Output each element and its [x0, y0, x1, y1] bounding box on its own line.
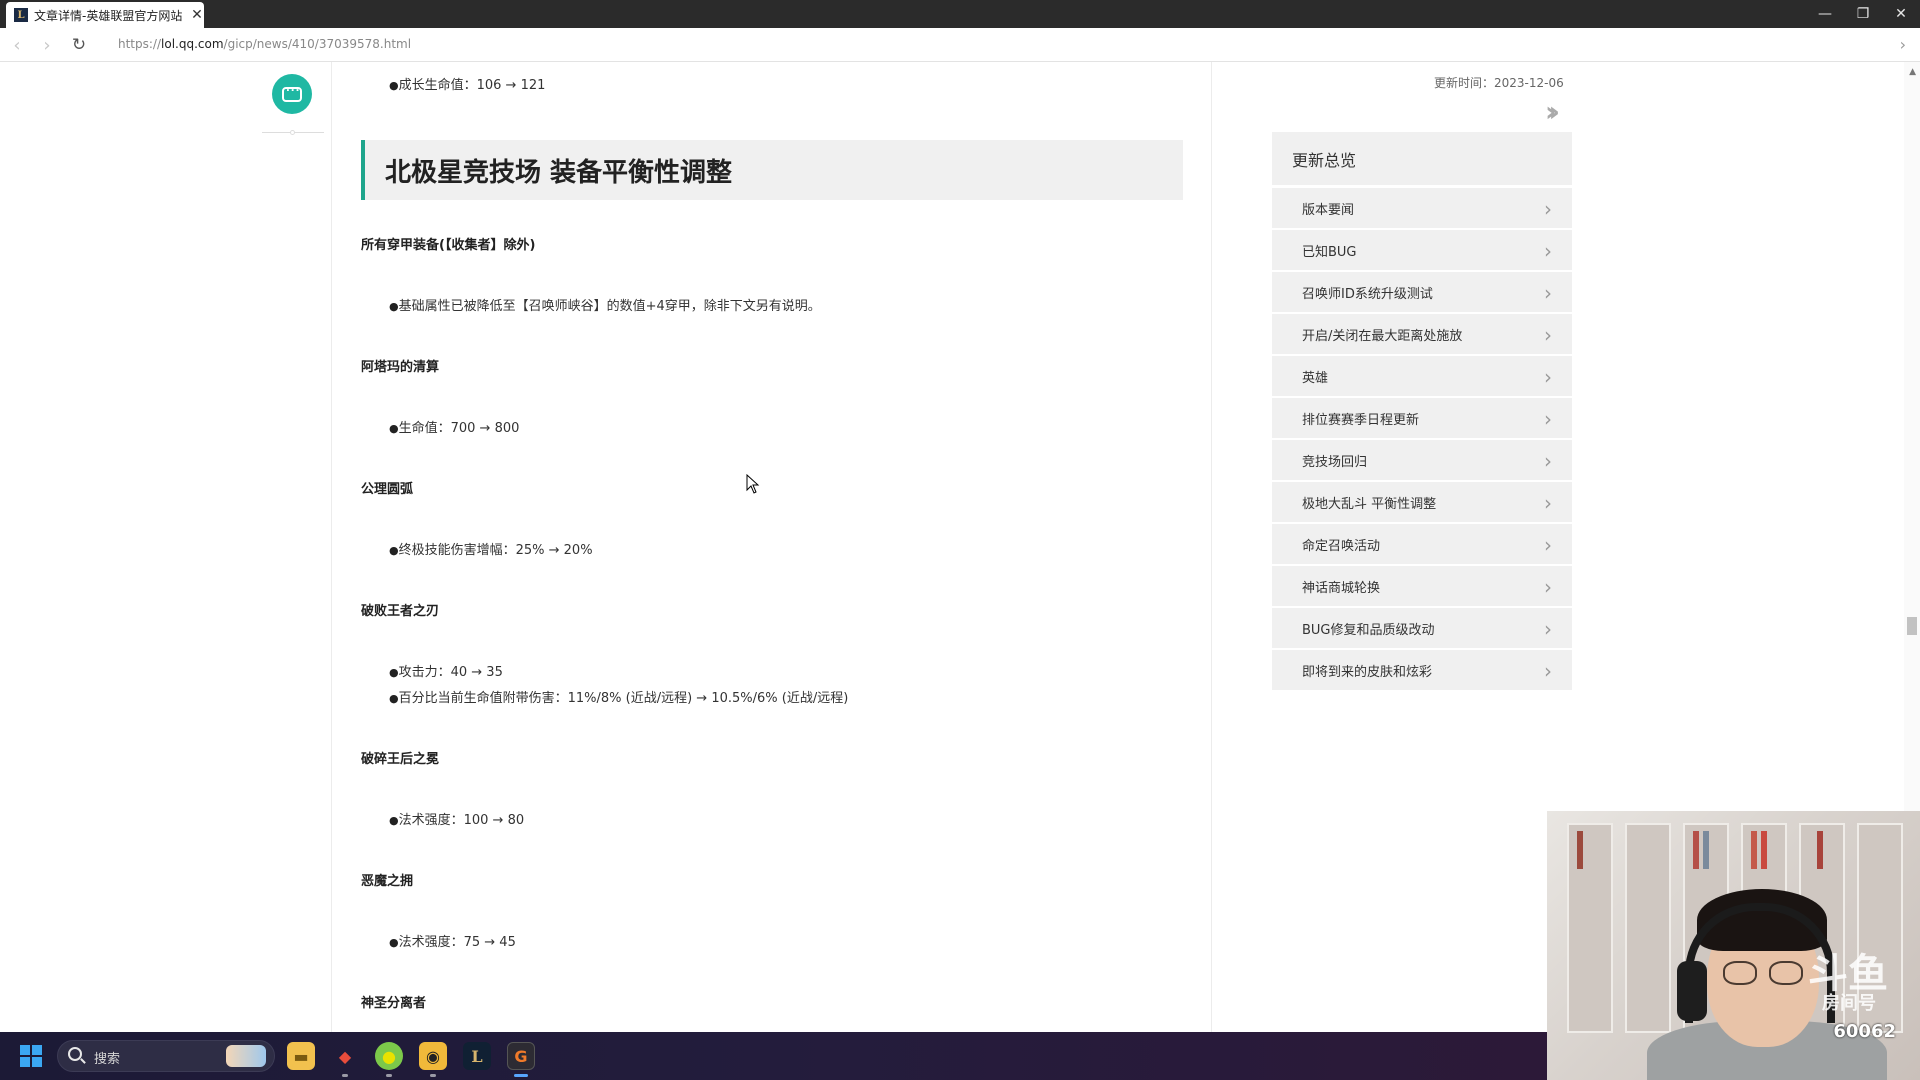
mouse-cursor-icon: [746, 474, 760, 494]
summary-item[interactable]: 竞技场回归 ›: [1272, 438, 1572, 480]
section-heading: 北极星竞技场 装备平衡性调整: [361, 140, 1183, 200]
lol-client-icon[interactable]: L: [463, 1042, 491, 1070]
search-placeholder: 搜索: [94, 1052, 121, 1067]
item-title: 阿塔玛的清算: [361, 360, 440, 375]
summary-item[interactable]: 已知BUG ›: [1272, 228, 1572, 270]
summary-item[interactable]: 召唤师ID系统升级测试 ›: [1272, 270, 1572, 312]
update-summary: 更新总览 版本要闻 › 已知BUG › 召唤师ID系统升级测试 › 开启/关闭在最大距…: [1272, 132, 1572, 690]
item-title: 公理圆弧: [361, 482, 414, 497]
running-indicator: [430, 1074, 436, 1077]
windows-start-icon[interactable]: [20, 1045, 42, 1067]
browser-tab[interactable]: L 文章详情-英雄联盟官方网站 ✕: [6, 2, 204, 28]
taskbar-search[interactable]: 搜索: [57, 1040, 275, 1072]
list-item: 终极技能伤害增幅：25% → 20%: [389, 539, 593, 558]
scroll-up-icon[interactable]: ▲: [1909, 67, 1916, 77]
book-image: [1577, 831, 1583, 869]
summary-item[interactable]: 极地大乱斗 平衡性调整 ›: [1272, 480, 1572, 522]
tab-title: 文章详情-英雄联盟官方网站: [34, 8, 183, 23]
summary-item[interactable]: 神话商城轮换 ›: [1272, 564, 1572, 606]
tab-close-icon[interactable]: ✕: [190, 7, 204, 23]
book-image: [1703, 831, 1709, 869]
item-title: 破碎王后之冕: [361, 752, 440, 767]
restore-icon[interactable]: ❐: [1844, 0, 1882, 28]
summary-item[interactable]: 即将到来的皮肤和炫彩 ›: [1272, 648, 1572, 690]
summary-item[interactable]: 排位赛赛季日程更新 ›: [1272, 396, 1572, 438]
item-title: 神圣分离者: [361, 996, 427, 1011]
lol-favicon-icon: L: [14, 8, 28, 22]
chevron-right-icon[interactable]: ›: [1900, 35, 1906, 54]
summary-title: 更新总览: [1272, 132, 1572, 186]
list-item: 攻击力：40 → 35: [389, 661, 503, 680]
running-indicator: [342, 1074, 348, 1077]
file-explorer-icon[interactable]: ▬: [287, 1042, 315, 1070]
scrollbar-thumb[interactable]: [1907, 617, 1917, 635]
chevron-right-icon: ›: [1544, 365, 1552, 389]
rail-dot: [290, 130, 295, 135]
room-label: 房间号: [1822, 993, 1876, 1014]
app-green-ball-icon[interactable]: ●: [375, 1042, 403, 1070]
taskbar: 搜索 ▬ ◆ ● ◉ L G: [0, 1032, 1547, 1080]
chevron-right-icon: ›: [1544, 197, 1552, 221]
update-time: 更新时间：2023-12-06: [1434, 76, 1564, 90]
item-title: 所有穿甲装备(【收集者】除外): [361, 238, 536, 253]
room-number: 60062: [1833, 1021, 1896, 1042]
chevron-right-icon: ›: [1544, 407, 1552, 431]
chevron-right-icon: ›: [1544, 659, 1552, 683]
summary-item[interactable]: BUG修复和品质级改动 ›: [1272, 606, 1572, 648]
content-divider-right: [1211, 62, 1212, 1032]
summary-item[interactable]: 英雄 ›: [1272, 354, 1572, 396]
minimize-icon[interactable]: —: [1806, 0, 1844, 28]
address-bar: ‹ › ↻ https://lol.qq.com/gicp/news/410/3…: [0, 28, 1920, 62]
chevron-right-icon: ›: [1544, 449, 1552, 473]
chevron-right-icon: ›: [1544, 323, 1552, 347]
summary-item[interactable]: 命定召唤活动 ›: [1272, 522, 1572, 564]
active-indicator: [514, 1074, 528, 1077]
chevron-right-icon: ›: [1544, 239, 1552, 263]
section-heading-text: 北极星竞技场 装备平衡性调整: [385, 157, 733, 188]
close-window-icon[interactable]: ✕: [1882, 0, 1920, 28]
chevron-right-icon: ›: [1544, 617, 1552, 641]
glasses-icon: [1723, 961, 1757, 985]
book-image: [1693, 831, 1699, 869]
browser-titlebar: L 文章详情-英雄联盟官方网站 ✕ — ❐ ✕: [0, 0, 1920, 28]
headset-earcup: [1677, 961, 1707, 1021]
list-item: 法术强度：100 → 80: [389, 809, 525, 828]
content-divider-left: [331, 62, 332, 1032]
list-item: 百分比当前生命值附带伤害：11%/8% (近战/远程) → 10.5%/6% (…: [389, 687, 849, 706]
book-image: [1817, 831, 1823, 869]
app-owl-icon[interactable]: ◉: [419, 1042, 447, 1070]
running-indicator: [386, 1074, 392, 1077]
item-title: 破败王者之刃: [361, 604, 440, 619]
chevron-right-icon: ›: [1544, 533, 1552, 557]
forward-arrow-icon[interactable]: ›: [36, 34, 58, 56]
bookshelf-image: [1567, 823, 1613, 1033]
window-controls: — ❐ ✕: [1806, 0, 1920, 28]
webcam-overlay: 斗鱼 房间号 60062: [1547, 811, 1920, 1080]
chat-icon: [282, 83, 302, 102]
search-highlight-image: [226, 1045, 266, 1067]
back-arrow-icon[interactable]: ‹: [6, 34, 28, 56]
summary-item[interactable]: 开启/关闭在最大距离处施放 ›: [1272, 312, 1572, 354]
chevron-right-icon: ›: [1544, 491, 1552, 515]
glasses-icon: [1769, 961, 1803, 985]
list-item: 基础属性已被降低至【召唤师峡谷】的数值+4穿甲，除非下文另有说明。: [389, 295, 821, 314]
double-chevron-icon[interactable]: ››: [1545, 95, 1560, 128]
reload-icon[interactable]: ↻: [68, 34, 90, 56]
list-item: 成长生命值：106 → 121: [389, 74, 546, 93]
list-item: 法术强度：75 → 45: [389, 931, 516, 950]
chevron-right-icon: ›: [1544, 281, 1552, 305]
app-red-icon[interactable]: ◆: [331, 1042, 359, 1070]
url-field[interactable]: https://lol.qq.com/gicp/news/410/3703957…: [118, 37, 411, 51]
search-icon: [68, 1047, 82, 1061]
comment-button[interactable]: [272, 74, 312, 114]
item-title: 恶魔之拥: [361, 874, 414, 889]
summary-item[interactable]: 版本要闻 ›: [1272, 186, 1572, 228]
list-item: 生命值：700 → 800: [389, 417, 520, 436]
book-image: [1751, 831, 1757, 869]
browser-app-icon[interactable]: G: [507, 1042, 535, 1070]
bookshelf-image: [1625, 823, 1671, 1033]
book-image: [1761, 831, 1767, 869]
chevron-right-icon: ›: [1544, 575, 1552, 599]
